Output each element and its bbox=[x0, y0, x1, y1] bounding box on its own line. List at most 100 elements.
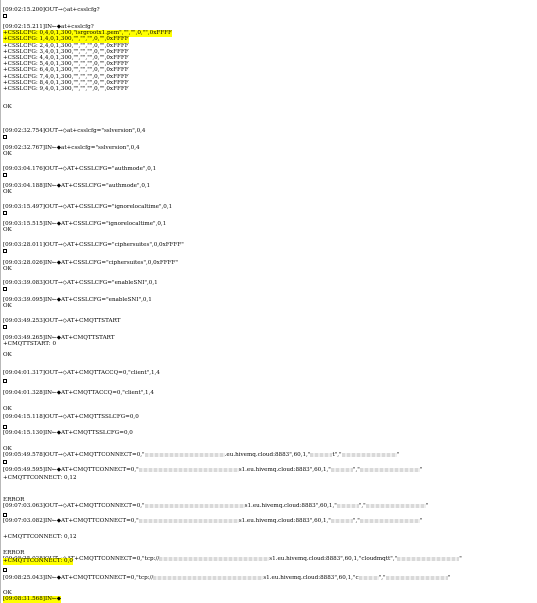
log-text: " bbox=[396, 452, 400, 458]
log-text: "," bbox=[352, 467, 360, 473]
redacted-field bbox=[310, 452, 333, 457]
log-line: [09:03:39.095]IN←◆AT+CSSLCFG="enableSNI"… bbox=[3, 297, 152, 304]
log-text: [09:03:39.095]IN←◆AT+CSSLCFG="enableSNI"… bbox=[3, 297, 152, 303]
line-break-marker bbox=[3, 172, 7, 177]
redacted-field bbox=[358, 575, 379, 580]
log-text: [09:03:28.011]OUT→◇AT+CSSLCFG="ciphersui… bbox=[3, 242, 184, 248]
log-text: " bbox=[419, 518, 423, 524]
redacted-field bbox=[365, 503, 426, 508]
log-text: [09:03:28.026]IN←◆AT+CSSLCFG="ciphersuit… bbox=[3, 260, 178, 266]
log-line bbox=[3, 134, 7, 141]
log-line: [09:02:15.200]OUT→◇at+csslcfg? bbox=[3, 7, 100, 14]
log-line bbox=[3, 378, 7, 385]
log-text: +CSSLCFG: 9,4,0,1,300,"","","",0,"",0xFF… bbox=[3, 86, 129, 92]
log-line: [09:03:04.188]IN←◆AT+CSSLCFG="authmode",… bbox=[3, 183, 150, 190]
log-text: [09:08:31.568]IN←◆ bbox=[3, 596, 62, 602]
log-line: +CMQTTSTART: 0 bbox=[3, 341, 56, 348]
log-line: [09:05:49.595]IN←◆AT+CMQTTCONNECT=0," s1.… bbox=[3, 467, 422, 474]
log-text: .eu.hivemq.cloud:8883",60,1," bbox=[224, 452, 311, 458]
log-line bbox=[3, 459, 7, 466]
log-line: [09:03:15.497]OUT→◇AT+CSSLCFG="ignoreloc… bbox=[3, 204, 172, 211]
redacted-field bbox=[138, 467, 239, 472]
log-text: s1.eu.hivemq.cloud:8883",60,1,"c bbox=[263, 575, 359, 581]
log-line: [09:02:32.754]OUT→◇at+csslcfg="sslversio… bbox=[3, 128, 146, 135]
redacted-field bbox=[144, 452, 225, 457]
log-line: +CSSLCFG: 9,4,0,1,300,"","","",0,"",0xFF… bbox=[3, 86, 129, 93]
log-text: [09:02:32.754]OUT→◇at+csslcfg="sslversio… bbox=[3, 128, 146, 134]
log-text: +CMQTTCONNECT: 0,0 bbox=[3, 558, 73, 564]
log-text: [09:07:03.063]OUT→◇AT+CMQTTCONNECT=0," bbox=[3, 503, 145, 509]
log-text: +CSSLCFG: 6,4,0,1,300,"","","",0,"",0xFF… bbox=[3, 67, 129, 73]
log-line: [09:05:49.578]OUT→◇AT+CMQTTCONNECT=0," .e… bbox=[3, 452, 399, 459]
log-text: OK bbox=[3, 227, 12, 233]
log-text: [09:02:15.200]OUT→◇at+csslcfg? bbox=[3, 7, 100, 13]
redacted-field bbox=[397, 556, 460, 561]
log-line: [09:03:28.011]OUT→◇AT+CSSLCFG="ciphersui… bbox=[3, 242, 184, 249]
log-text: OK bbox=[3, 104, 12, 110]
log-text: s1.eu.hivemq.cloud:8883",60,1," bbox=[238, 518, 331, 524]
log-text: [09:08:25.043]IN←◆AT+CMQTTCONNECT=0,"tcp… bbox=[3, 575, 154, 581]
log-text: [09:05:49.595]IN←◆AT+CMQTTCONNECT=0," bbox=[3, 467, 139, 473]
log-text: s1.eu.hivemq.cloud:8883",60,1," bbox=[238, 467, 331, 473]
log-line bbox=[3, 324, 7, 331]
log-text: "," bbox=[358, 503, 366, 509]
line-break-marker bbox=[3, 459, 7, 464]
log-text: [09:04:01.317]OUT→◇AT+CMQTTACCQ=0,"clien… bbox=[3, 370, 160, 376]
serial-log-panel[interactable]: [09:02:15.200]OUT→◇at+csslcfg? [09:02:15.… bbox=[0, 0, 537, 603]
log-line: OK bbox=[3, 352, 12, 359]
log-text: " bbox=[425, 503, 429, 509]
log-text: OK bbox=[3, 151, 12, 157]
log-text: s1.eu.hivemq.cloud:8883",60,1," bbox=[244, 503, 337, 509]
redacted-field bbox=[159, 556, 270, 561]
log-line: +CSSLCFG: 6,4,0,1,300,"","","",0,"",0xFF… bbox=[3, 67, 129, 74]
log-text: "," bbox=[378, 575, 386, 581]
redacted-field bbox=[153, 575, 264, 580]
log-line bbox=[3, 210, 7, 217]
log-line: OK bbox=[3, 406, 12, 413]
redacted-field bbox=[144, 503, 245, 508]
log-line: OK bbox=[3, 266, 12, 273]
redacted-field bbox=[330, 467, 353, 472]
line-break-marker bbox=[3, 248, 7, 253]
redacted-field bbox=[359, 467, 420, 472]
log-line: OK bbox=[3, 104, 12, 111]
log-line: OK bbox=[3, 303, 12, 310]
log-line bbox=[3, 248, 7, 255]
log-line: [09:07:03.063]OUT→◇AT+CMQTTCONNECT=0," s1… bbox=[3, 503, 428, 510]
log-text: +CMQTTCONNECT: 0,12 bbox=[3, 475, 77, 481]
log-text: " bbox=[459, 556, 462, 562]
redacted-field bbox=[138, 518, 239, 523]
line-break-marker bbox=[3, 567, 7, 572]
log-line: [09:03:49.253]OUT→◇AT+CMQTTSTART bbox=[3, 318, 120, 325]
log-text: "," bbox=[352, 518, 360, 524]
log-text: OK bbox=[3, 352, 12, 358]
log-text: [09:07:03.082]IN←◆AT+CMQTTCONNECT=0," bbox=[3, 518, 139, 524]
line-break-marker bbox=[3, 512, 7, 517]
log-text: [09:03:04.176]OUT→◇AT+CSSLCFG="authmode"… bbox=[3, 166, 157, 172]
log-line: OK bbox=[3, 227, 12, 234]
redacted-field bbox=[330, 518, 353, 523]
log-line: [09:08:31.568]IN←◆ bbox=[3, 596, 62, 603]
log-line: [09:03:04.176]OUT→◇AT+CSSLCFG="authmode"… bbox=[3, 166, 156, 173]
log-text: t"," bbox=[332, 452, 342, 458]
log-text: [09:03:04.188]IN←◆AT+CSSLCFG="authmode",… bbox=[3, 183, 151, 189]
log-text: [09:03:15.497]OUT→◇AT+CSSLCFG="ignoreloc… bbox=[3, 204, 173, 210]
redacted-field bbox=[385, 575, 448, 580]
log-text: +CMQTTSTART: 0 bbox=[3, 341, 57, 347]
line-break-marker bbox=[3, 324, 7, 329]
log-line: OK bbox=[3, 151, 12, 158]
log-line bbox=[3, 13, 7, 20]
log-line bbox=[3, 567, 7, 574]
line-break-marker bbox=[3, 13, 7, 18]
line-break-marker bbox=[3, 378, 7, 383]
log-text: OK bbox=[3, 189, 12, 195]
log-line: +CMQTTCONNECT: 0,0 bbox=[3, 558, 73, 565]
log-line: [09:03:28.026]IN←◆AT+CSSLCFG="ciphersuit… bbox=[3, 260, 178, 267]
log-text: s1.eu.hivemq.cloud:8883",60,1,"cloudmqtt… bbox=[269, 556, 398, 562]
log-text: OK bbox=[3, 266, 12, 272]
line-break-marker bbox=[3, 424, 7, 429]
log-text: [09:04:15.118]OUT→◇AT+CMQTTSSLCFG=0,0 bbox=[3, 414, 139, 420]
log-text: [09:03:15.515]IN←◆AT+CSSLCFG="ignoreloca… bbox=[3, 221, 167, 227]
log-line: [09:07:03.082]IN←◆AT+CMQTTCONNECT=0," s1.… bbox=[3, 518, 422, 525]
log-line: [09:08:25.043]IN←◆AT+CMQTTCONNECT=0,"tcp… bbox=[3, 575, 450, 582]
